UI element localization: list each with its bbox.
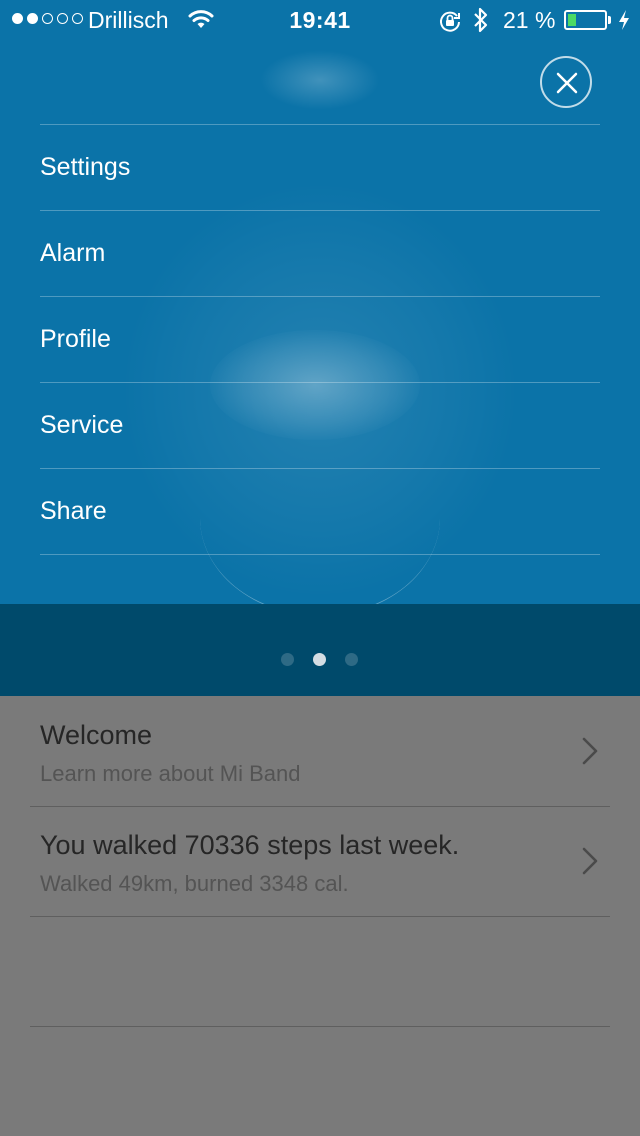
chevron-right-icon <box>582 737 598 765</box>
card-divider <box>30 1026 610 1027</box>
menu-item-settings[interactable]: Settings <box>40 125 600 210</box>
chevron-right-icon <box>582 847 598 875</box>
weekly-steps-card[interactable]: You walked 70336 steps last week. Walked… <box>30 806 610 916</box>
battery-level-fill <box>568 14 576 26</box>
battery-nub <box>608 16 611 24</box>
app-screen: Drillisch 19:41 21 % Settings Alarm Prof… <box>0 0 640 1136</box>
menu-item-profile[interactable]: Profile <box>40 297 600 382</box>
background-blur-top <box>260 50 380 110</box>
rotation-lock-icon <box>438 9 462 39</box>
battery-percent: 21 % <box>503 7 556 33</box>
page-dot[interactable] <box>345 653 358 666</box>
close-icon <box>556 72 578 94</box>
menu-item-alarm[interactable]: Alarm <box>40 211 600 296</box>
battery-icon <box>564 10 607 30</box>
close-menu-button[interactable] <box>540 56 592 108</box>
page-dot-active[interactable] <box>313 653 326 666</box>
page-dot[interactable] <box>281 653 294 666</box>
card-title: Welcome <box>40 720 153 750</box>
status-bar: Drillisch 19:41 21 % <box>0 0 640 40</box>
page-indicator-band <box>0 604 640 696</box>
menu-divider <box>40 554 600 555</box>
charging-bolt-icon <box>617 9 631 37</box>
card-divider <box>30 916 610 917</box>
bluetooth-icon <box>472 7 490 39</box>
card-subtitle: Walked 49km, burned 3348 cal. <box>40 871 349 896</box>
card-title: You walked 70336 steps last week. <box>40 830 460 860</box>
menu-item-service[interactable]: Service <box>40 383 600 468</box>
menu-item-share[interactable]: Share <box>40 469 600 554</box>
welcome-card[interactable]: Welcome Learn more about Mi Band <box>30 696 610 806</box>
card-subtitle: Learn more about Mi Band <box>40 761 301 786</box>
